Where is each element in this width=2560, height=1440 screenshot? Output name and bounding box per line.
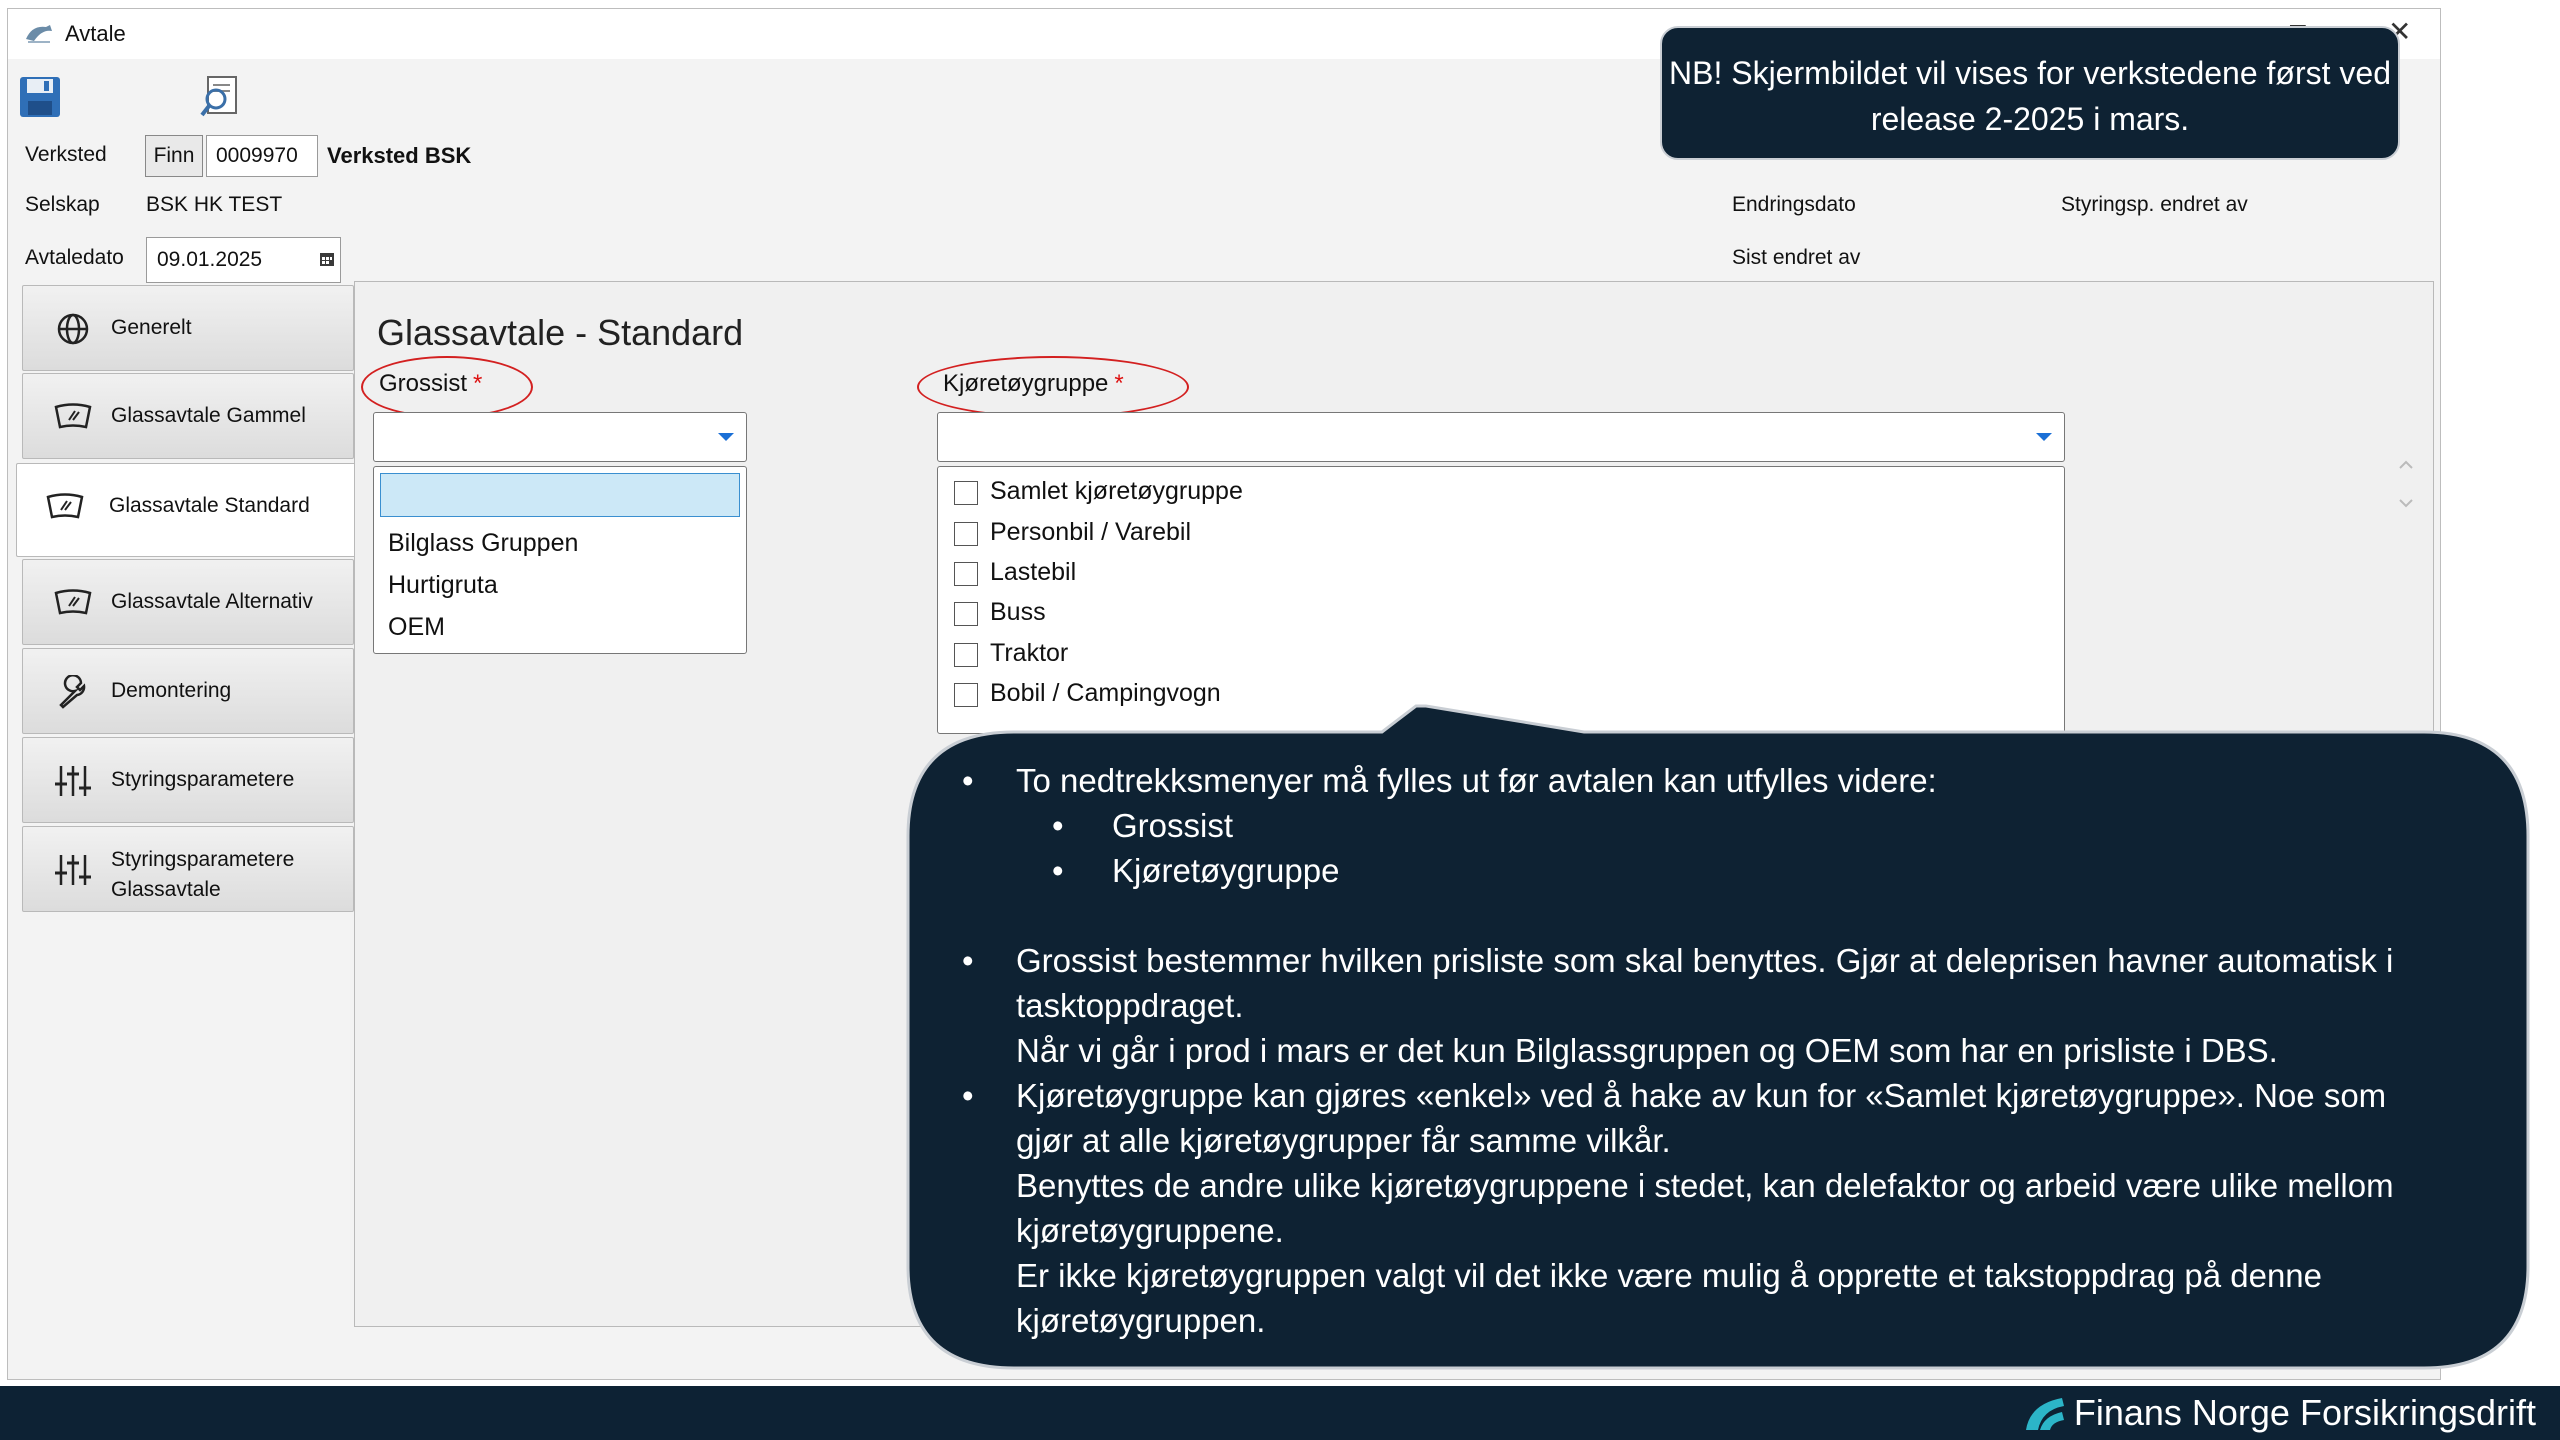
option-label: Lastebil bbox=[990, 558, 1077, 586]
option-label: Personbil / Varebil bbox=[990, 518, 1192, 546]
endringsdato-label: Endringsdato bbox=[1732, 193, 1856, 216]
sidebar-item-label: Glassavtale Standard bbox=[109, 494, 310, 517]
sidebar-item-styringsparametere[interactable]: Styringsparametere bbox=[22, 737, 354, 823]
windshield-icon bbox=[54, 589, 92, 615]
grossist-option[interactable]: Hurtigruta bbox=[388, 571, 498, 600]
avtaledato-label: Avtaledato bbox=[25, 246, 124, 269]
slide: Avtale ☐ ✕ Verksted Finn 0009970 Verkste… bbox=[0, 0, 2560, 1440]
bullet-text: Grossist bbox=[1112, 807, 1234, 844]
annotation-ellipse-kjoretoygruppe bbox=[917, 356, 1189, 418]
checkbox[interactable] bbox=[954, 562, 978, 586]
finans-norge-logo-icon bbox=[2025, 1398, 2064, 1430]
sidebar-item-styringsparametere-glassavtale[interactable]: Styringsparametere Glassavtale bbox=[22, 826, 354, 912]
kjoretoygruppe-dropdown-list: Samlet kjøretøygruppe Personbil / Varebi… bbox=[937, 466, 2065, 734]
bullet-dot: • bbox=[962, 762, 974, 799]
bullet-item: • Grossist bestemmer hvilken prisliste so… bbox=[944, 938, 2504, 983]
bullet-continuation: tasktoppdraget. bbox=[1016, 987, 1244, 1024]
chevron-down-icon[interactable] bbox=[2036, 433, 2052, 441]
grossist-option[interactable]: Bilglass Gruppen bbox=[388, 529, 578, 558]
option-label: Buss bbox=[990, 598, 1046, 626]
bullet-dot: • bbox=[962, 1077, 974, 1114]
page-title: Glassavtale - Standard bbox=[377, 312, 744, 353]
sidebar-item-generelt[interactable]: Generelt bbox=[22, 285, 354, 371]
bullet-text: Kjøretøygruppe kan gjøres «enkel» ved å … bbox=[1016, 1077, 2387, 1114]
bullet-continuation: gjør at alle kjøretøygrupper får samme v… bbox=[1016, 1122, 1671, 1159]
sidebar-item-label: Demontering bbox=[111, 679, 232, 702]
globe-icon bbox=[57, 313, 89, 345]
annotation-ellipse-grossist bbox=[361, 356, 533, 418]
bullet-text: Grossist bestemmer hvilken prisliste som… bbox=[1016, 942, 2394, 979]
save-icon[interactable] bbox=[14, 71, 66, 123]
sidebar-item-label-line1: Styringsparametere bbox=[111, 848, 295, 871]
avtaledato-value: 09.01.2025 bbox=[157, 248, 263, 271]
option-label: Traktor bbox=[990, 639, 1069, 667]
release-note-callout: NB! Skjermbildet vil vises for verkstede… bbox=[1660, 26, 2400, 160]
sliders-icon bbox=[55, 855, 91, 885]
bullet-continuation: kjøretøygruppene. bbox=[1016, 1212, 1284, 1249]
checkbox[interactable] bbox=[954, 522, 978, 546]
styringsp-endret-av-label: Styringsp. endret av bbox=[2061, 193, 2248, 216]
app-icon bbox=[26, 25, 52, 43]
bullet-dot: • bbox=[1052, 807, 1064, 844]
info-callout-text: • To nedtrekksmenyer må fylles ut før avt… bbox=[944, 758, 2504, 1343]
sub-bullet-item: • Kjøretøygruppe bbox=[944, 848, 2504, 893]
bullet-item: • To nedtrekksmenyer må fylles ut før avt… bbox=[944, 758, 2504, 803]
avtaledato-field[interactable]: 09.01.2025 bbox=[146, 237, 341, 283]
grossist-dropdown-list: Bilglass Gruppen Hurtigruta OEM bbox=[373, 466, 747, 654]
footer-bar: Finans Norge Forsikringsdrift bbox=[0, 1386, 2560, 1440]
checkbox[interactable] bbox=[954, 643, 978, 667]
sidebar-item-label-line2: Glassavtale bbox=[111, 878, 221, 901]
chevron-down-icon[interactable] bbox=[718, 433, 734, 441]
bullet-dot: • bbox=[962, 942, 974, 979]
sidebar-item-label: Glassavtale Gammel bbox=[111, 404, 306, 427]
grossist-option-empty[interactable] bbox=[380, 473, 740, 517]
verksted-name: Verksted BSK bbox=[327, 143, 472, 168]
bullet-dot: • bbox=[1052, 852, 1064, 889]
wrench-icon bbox=[59, 675, 86, 709]
brand: Finans Norge Forsikringsdrift bbox=[2025, 1392, 2536, 1434]
sidebar-item-label: Glassavtale Alternativ bbox=[111, 590, 313, 613]
sist-endret-av-label: Sist endret av bbox=[1732, 246, 1861, 269]
sidebar-item-label: Styringsparametere bbox=[111, 768, 295, 791]
windshield-icon bbox=[54, 403, 92, 429]
bullet-continuation: kjøretøygruppen. bbox=[1016, 1302, 1266, 1339]
sidebar-item-demontering[interactable]: Demontering bbox=[22, 648, 354, 734]
calendar-icon[interactable] bbox=[318, 250, 336, 268]
scrollbar[interactable] bbox=[2391, 454, 2421, 514]
option-label: Samlet kjøretøygruppe bbox=[990, 477, 1243, 505]
grossist-combobox[interactable] bbox=[373, 412, 747, 462]
sidebar-item-glassavtale-standard[interactable]: Glassavtale Standard bbox=[16, 463, 358, 557]
sidebar-item-label: Styringsparametere Glassavtale bbox=[111, 845, 294, 905]
grossist-option[interactable]: OEM bbox=[388, 613, 445, 642]
bullet-continuation: Er ikke kjøretøygruppen valgt vil det ik… bbox=[1016, 1257, 2323, 1294]
bullet-text: To nedtrekksmenyer må fylles ut før avta… bbox=[1016, 762, 1937, 799]
verksted-code-field[interactable]: 0009970 bbox=[206, 135, 318, 177]
verksted-label: Verksted bbox=[25, 143, 107, 166]
sidebar-item-glassavtale-alternativ[interactable]: Glassavtale Alternativ bbox=[22, 559, 354, 645]
brand-name: Finans Norge Forsikringsdrift bbox=[2073, 1392, 2536, 1433]
bullet-continuation: Når vi går i prod i mars er det kun Bilg… bbox=[1016, 1032, 2278, 1069]
selskap-label: Selskap bbox=[25, 193, 100, 216]
selskap-value: BSK HK TEST bbox=[146, 193, 283, 216]
kjoretoygruppe-combobox[interactable] bbox=[937, 412, 2065, 462]
sliders-icon bbox=[55, 766, 91, 796]
sidebar-item-glassavtale-gammel[interactable]: Glassavtale Gammel bbox=[22, 373, 354, 459]
sidebar-item-label: Generelt bbox=[111, 316, 192, 339]
windshield-icon bbox=[46, 493, 84, 519]
finn-button[interactable]: Finn bbox=[145, 135, 203, 177]
window-title: Avtale bbox=[65, 21, 126, 46]
checkbox[interactable] bbox=[954, 602, 978, 626]
bullet-item: • Kjøretøygruppe kan gjøres «enkel» ved å… bbox=[944, 1073, 2504, 1118]
search-document-icon[interactable] bbox=[194, 71, 246, 123]
bullet-continuation: Benyttes de andre ulike kjøretøygruppene… bbox=[1016, 1167, 2394, 1204]
bullet-text: Kjøretøygruppe bbox=[1112, 852, 1340, 889]
sub-bullet-item: • Grossist bbox=[944, 803, 2504, 848]
checkbox[interactable] bbox=[954, 481, 978, 505]
